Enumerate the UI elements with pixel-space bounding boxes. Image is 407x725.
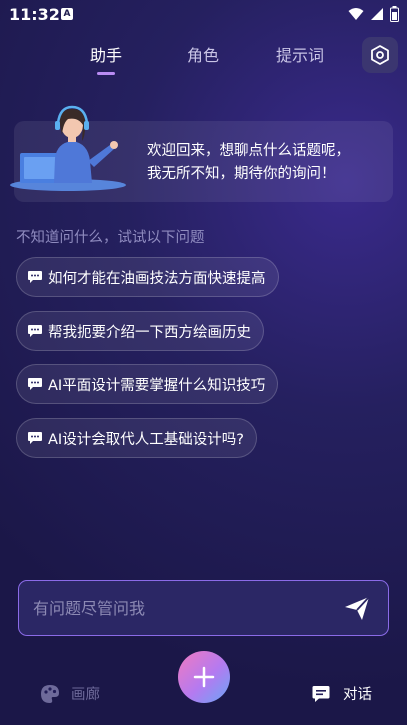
- assistant-avatar: [10, 105, 126, 191]
- suggestion-label: 如何才能在油画技法方面快速提高: [48, 270, 266, 287]
- tab-assistant[interactable]: 助手: [90, 42, 122, 66]
- bottom-nav: 画廊 对话: [0, 651, 407, 725]
- tab-roles[interactable]: 角色: [187, 42, 219, 66]
- suggestion-label: 帮我扼要介绍一下西方绘画历史: [48, 324, 251, 341]
- battery-icon: [390, 6, 399, 22]
- status-icons: [348, 6, 399, 22]
- wifi-icon: [348, 8, 364, 20]
- nav-gallery-label: 画廊: [71, 687, 100, 703]
- chat-bubble-icon: [27, 324, 43, 338]
- chat-bubble-icon: [27, 431, 43, 445]
- suggestion-chip[interactable]: AI平面设计需要掌握什么知识技巧: [16, 364, 279, 404]
- welcome-line-1: 欢迎回来，想聊点什么话题呢，: [147, 143, 350, 159]
- signal-icon: [371, 8, 383, 20]
- suggestions-title: 不知道问什么，试试以下问题: [16, 230, 205, 246]
- tab-prompts[interactable]: 提示词: [276, 42, 324, 66]
- settings-button[interactable]: [362, 37, 398, 73]
- chat-icon: [312, 685, 330, 702]
- welcome-message: 欢迎回来，想聊点什么话题呢， 我无所不知，期待你的询问！: [147, 140, 387, 186]
- nav-gallery[interactable]: 画廊: [40, 683, 100, 704]
- send-icon[interactable]: [343, 594, 371, 622]
- chat-bubble-icon: [27, 377, 43, 391]
- suggestion-label: AI设计会取代人工基础设计吗?: [48, 431, 244, 448]
- top-tabs: 助手 角色 提示词: [0, 32, 407, 80]
- nav-chat[interactable]: 对话: [311, 683, 372, 704]
- welcome-card: 欢迎回来，想聊点什么话题呢， 我无所不知，期待你的询问！: [10, 105, 393, 202]
- chat-bubble-icon: [27, 270, 43, 284]
- status-time: 11:32: [9, 5, 60, 24]
- chat-input-box: [18, 580, 389, 636]
- plus-icon: [193, 666, 215, 688]
- nav-chat-label: 对话: [343, 687, 372, 703]
- welcome-line-2: 我无所不知，期待你的询问！: [147, 166, 336, 182]
- add-button[interactable]: [178, 651, 230, 703]
- notification-a-icon: A: [61, 8, 73, 20]
- hexagon-settings-icon: [371, 45, 389, 65]
- status-bar: 11:32 A: [0, 0, 407, 30]
- suggestion-label: AI平面设计需要掌握什么知识技巧: [48, 377, 266, 394]
- active-tab-indicator: [97, 72, 115, 75]
- suggestion-chip[interactable]: 如何才能在油画技法方面快速提高: [16, 257, 279, 297]
- suggestion-chip[interactable]: 帮我扼要介绍一下西方绘画历史: [16, 311, 264, 351]
- palette-icon: [41, 684, 59, 703]
- chat-input[interactable]: [31, 581, 335, 636]
- suggestion-chip[interactable]: AI设计会取代人工基础设计吗?: [16, 418, 257, 458]
